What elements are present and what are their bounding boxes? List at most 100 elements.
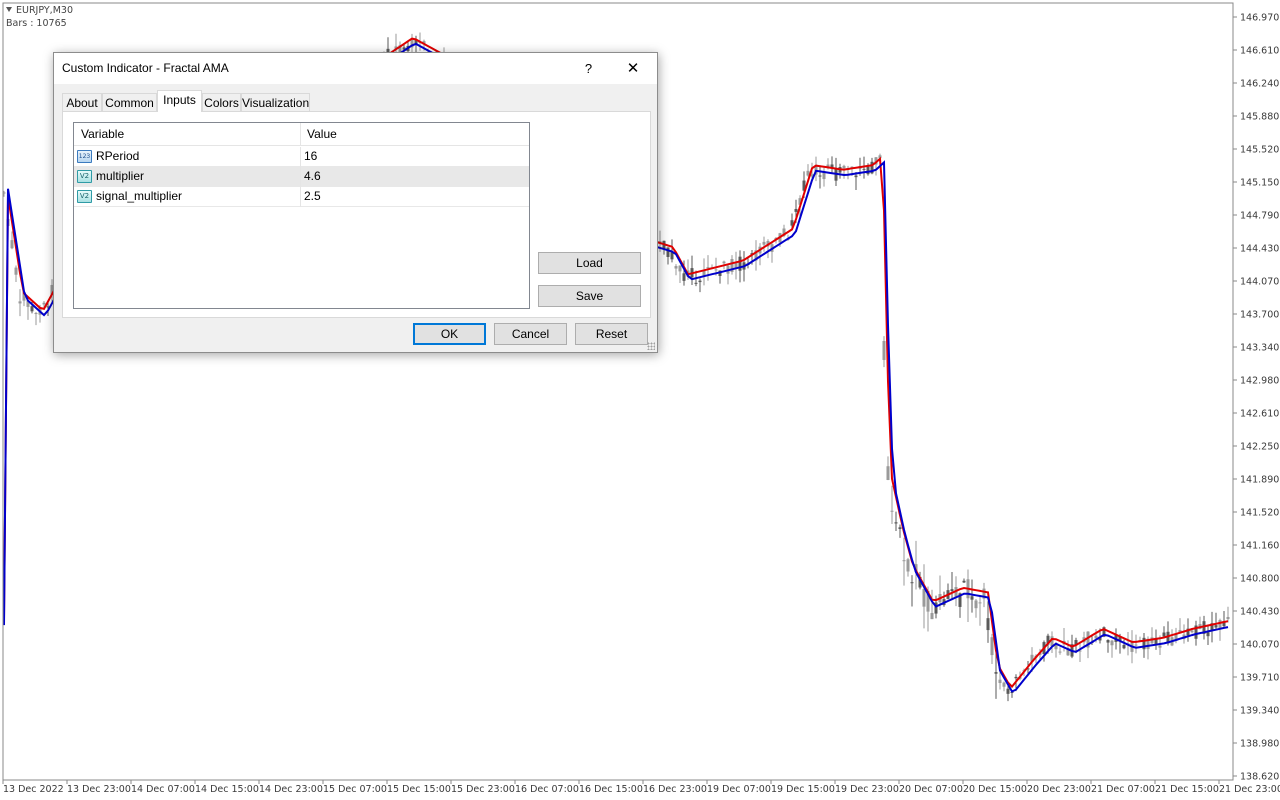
inputs-table[interactable]: Variable Value 123 RPeriod 16 V2 multipl… <box>73 122 530 309</box>
candle-body <box>1006 688 1010 694</box>
dialog-title: Custom Indicator - Fractal AMA <box>62 61 229 75</box>
time-tick-label: 20 Dec 07:00 <box>899 784 963 795</box>
candle-body <box>898 527 902 530</box>
candle-body <box>1214 625 1218 628</box>
tab-common[interactable]: Common <box>102 93 157 112</box>
price-tick-label: 142.610 <box>1240 409 1279 420</box>
candle-body <box>1122 644 1126 649</box>
table-row[interactable]: V2 multiplier 4.6 <box>74 167 529 187</box>
variable-name: signal_multiplier <box>96 189 183 203</box>
price-tick-label: 138.620 <box>1240 772 1279 783</box>
price-tick-label: 141.520 <box>1240 508 1279 519</box>
candle-body <box>14 267 18 275</box>
candle-body <box>978 602 982 604</box>
price-tick-label: 139.340 <box>1240 706 1279 717</box>
candle-body <box>1014 676 1018 679</box>
integer-type-icon: 123 <box>77 150 92 163</box>
candle-body <box>962 580 966 583</box>
candle-body <box>902 560 906 562</box>
candle-body <box>1058 651 1062 653</box>
time-tick-label: 19 Dec 07:00 <box>707 784 771 795</box>
help-button[interactable]: ? <box>576 56 601 81</box>
dropdown-triangle-icon[interactable] <box>6 7 12 12</box>
candle-body <box>678 265 682 272</box>
price-tick-label: 140.800 <box>1240 574 1279 585</box>
price-tick-label: 143.340 <box>1240 343 1279 354</box>
candle-body <box>714 269 718 271</box>
tab-about[interactable]: About <box>62 93 102 112</box>
candle-body <box>42 302 46 305</box>
candle-body <box>1162 632 1166 637</box>
price-tick-label: 144.790 <box>1240 211 1279 222</box>
variable-cell: 123 RPeriod <box>74 147 301 167</box>
time-tick-label: 21 Dec 15:00 <box>1155 784 1219 795</box>
price-tick-label: 143.700 <box>1240 310 1279 321</box>
save-button[interactable]: Save <box>538 285 641 307</box>
candle-body <box>1158 645 1162 648</box>
candle-body <box>990 637 994 656</box>
time-tick-label: 14 Dec 15:00 <box>195 784 259 795</box>
candle-body <box>682 273 686 281</box>
time-tick-label: 16 Dec 15:00 <box>579 784 643 795</box>
column-header-value[interactable]: Value <box>301 123 529 146</box>
candle-body <box>866 166 870 175</box>
candle-body <box>1106 640 1110 643</box>
candle-body <box>986 618 990 631</box>
candle-body <box>666 247 670 257</box>
variable-name: multiplier <box>96 169 145 183</box>
candle-body <box>738 256 742 271</box>
candle-body <box>1226 616 1230 620</box>
column-header-variable[interactable]: Variable <box>74 123 301 146</box>
close-button[interactable]: ✕ <box>616 56 650 81</box>
time-tick-label: 20 Dec 15:00 <box>963 784 1027 795</box>
price-tick-label: 142.980 <box>1240 376 1279 387</box>
candle-body <box>910 582 914 584</box>
time-tick-label: 16 Dec 07:00 <box>515 784 579 795</box>
time-tick-label: 19 Dec 15:00 <box>771 784 835 795</box>
ok-button[interactable]: OK <box>413 323 486 345</box>
tab-inputs[interactable]: Inputs <box>157 90 202 112</box>
candle-body <box>1190 630 1194 633</box>
candle-body <box>674 266 678 269</box>
time-tick-label: 13 Dec 23:00 <box>67 784 131 795</box>
time-tick-label: 14 Dec 07:00 <box>131 784 195 795</box>
candle-body <box>10 240 14 249</box>
time-tick-label: 15 Dec 07:00 <box>323 784 387 795</box>
table-header: Variable Value <box>74 123 529 146</box>
table-row[interactable]: V2 signal_multiplier 2.5 <box>74 187 529 207</box>
dialog-titlebar[interactable]: Custom Indicator - Fractal AMA ? ✕ <box>54 53 657 84</box>
candle-body <box>930 613 934 620</box>
value-cell[interactable]: 4.6 <box>301 167 529 187</box>
price-tick-label: 146.240 <box>1240 79 1279 90</box>
reset-button[interactable]: Reset <box>575 323 648 345</box>
price-tick-label: 138.980 <box>1240 739 1279 750</box>
bars-count: Bars : 10765 <box>6 18 67 29</box>
table-row[interactable]: 123 RPeriod 16 <box>74 147 529 167</box>
inputs-panel: Variable Value 123 RPeriod 16 V2 multipl… <box>62 111 651 318</box>
candle-body <box>698 280 702 283</box>
time-tick-label: 13 Dec 2022 <box>3 784 64 795</box>
price-tick-label: 142.250 <box>1240 442 1279 453</box>
time-tick-label: 14 Dec 23:00 <box>259 784 323 795</box>
candle-body <box>886 466 890 480</box>
value-cell[interactable]: 16 <box>301 147 529 167</box>
cancel-button[interactable]: Cancel <box>494 323 567 345</box>
candle-body <box>994 672 998 674</box>
candle-body <box>862 168 866 170</box>
candle-body <box>906 559 910 572</box>
time-tick-label: 21 Dec 07:00 <box>1091 784 1155 795</box>
variable-cell: V2 signal_multiplier <box>74 187 301 207</box>
time-tick-label: 19 Dec 23:00 <box>835 784 899 795</box>
variable-cell: V2 multiplier <box>74 167 301 187</box>
tab-visualization[interactable]: Visualization <box>241 93 310 112</box>
price-tick-label: 144.430 <box>1240 244 1279 255</box>
candle-body <box>694 282 698 284</box>
resize-grip-icon[interactable] <box>647 342 655 350</box>
tab-colors[interactable]: Colors <box>202 93 241 112</box>
value-cell[interactable]: 2.5 <box>301 187 529 207</box>
price-tick-label: 145.880 <box>1240 112 1279 123</box>
candle-body <box>30 306 34 312</box>
price-tick-label: 145.150 <box>1240 178 1279 189</box>
price-tick-label: 140.070 <box>1240 640 1279 651</box>
load-button[interactable]: Load <box>538 252 641 274</box>
